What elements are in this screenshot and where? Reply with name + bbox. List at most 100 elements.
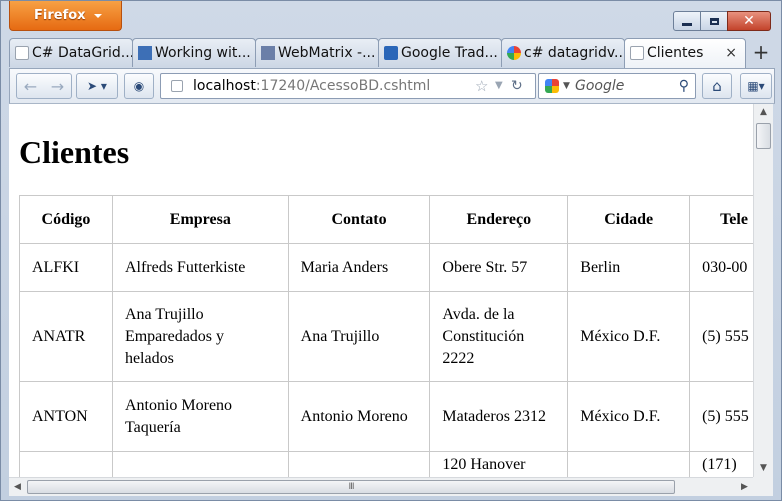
forward-arrow-icon[interactable]: → bbox=[51, 77, 64, 96]
url-bar[interactable]: localhost:17240/AcessoBD.cshtml ☆ ▼ ↻ bbox=[160, 73, 536, 99]
scroll-down-icon[interactable]: ▼ bbox=[754, 460, 773, 477]
table-cell: México D.F. bbox=[567, 381, 691, 452]
scrollbar-corner bbox=[753, 477, 773, 496]
column-header-codigo: Código bbox=[19, 195, 113, 244]
vertical-scrollbar[interactable]: ▲ ▼ bbox=[753, 104, 773, 477]
horizontal-scroll-thumb[interactable]: III bbox=[27, 480, 675, 494]
search-bar[interactable]: ▼ Google ⚲ bbox=[538, 73, 696, 99]
table-cell: (5) 555 bbox=[689, 381, 753, 452]
table-cell: ANTON bbox=[19, 381, 113, 452]
chevron-down-icon[interactable]: ▼ bbox=[563, 74, 570, 98]
table-cell bbox=[567, 451, 691, 477]
chevron-down-icon bbox=[93, 13, 102, 18]
tab-label: Google Trad... bbox=[401, 45, 498, 61]
scroll-right-icon[interactable]: ▶ bbox=[736, 478, 753, 496]
tab-close-icon[interactable]: × bbox=[725, 39, 737, 67]
column-header-empresa: Empresa bbox=[111, 195, 289, 244]
tab-google-translate[interactable]: Google Trad... bbox=[378, 38, 502, 67]
blank-page-icon bbox=[171, 80, 183, 92]
webmatrix-icon bbox=[261, 46, 275, 60]
tab-label: Clientes bbox=[647, 45, 704, 61]
column-header-contato: Contato bbox=[287, 195, 431, 244]
close-icon: ✕ bbox=[743, 13, 755, 29]
table-cell: 030-00 bbox=[689, 243, 753, 292]
bookmark-star-icon[interactable]: ☆ bbox=[475, 74, 488, 98]
search-input[interactable]: Google bbox=[575, 74, 624, 98]
tab-working-with[interactable]: Working wit... bbox=[132, 38, 256, 67]
tab-webmatrix[interactable]: WebMatrix -... bbox=[255, 38, 379, 67]
firefox-menu-button[interactable]: Firefox bbox=[9, 1, 122, 31]
table-cell: Alfreds Futterkiste bbox=[111, 243, 289, 292]
table-row: ALFKI Alfreds Futterkiste Maria Anders O… bbox=[19, 243, 753, 292]
table-header-row: Código Empresa Contato Endereço Cidade T… bbox=[19, 195, 753, 244]
table-cell: (171) bbox=[689, 451, 753, 477]
browser-window: Firefox ✕ C# DataGrid... Working wit... … bbox=[0, 0, 782, 501]
table-cell: ALFKI bbox=[19, 243, 113, 292]
home-button[interactable]: ⌂ bbox=[702, 73, 732, 99]
addon-icon: ➤ ▾ bbox=[87, 79, 107, 93]
tab-label: Working wit... bbox=[155, 45, 251, 61]
table-cell: (5) 555 bbox=[689, 291, 753, 382]
tools-menu-button[interactable]: ▦▾ bbox=[740, 73, 772, 99]
url-text[interactable]: localhost:17240/AcessoBD.cshtml bbox=[193, 74, 430, 98]
table-cell: Maria Anders bbox=[287, 243, 431, 292]
tab-strip: C# DataGrid... Working wit... WebMatrix … bbox=[9, 38, 781, 68]
puzzle-icon: ▦▾ bbox=[747, 79, 765, 93]
window-controls: ✕ bbox=[673, 11, 771, 31]
tab-label: C# DataGrid... bbox=[32, 45, 133, 61]
maximize-icon bbox=[709, 17, 719, 25]
close-window-button[interactable]: ✕ bbox=[727, 11, 771, 31]
vertical-scroll-thumb[interactable] bbox=[756, 123, 771, 149]
url-host: localhost bbox=[193, 78, 256, 94]
table-row: ANTON Antonio Moreno Taquería Antonio Mo… bbox=[19, 381, 753, 452]
blank-page-icon bbox=[630, 46, 644, 60]
clients-table: Código Empresa Contato Endereço Cidade T… bbox=[19, 195, 753, 477]
search-icon[interactable]: ⚲ bbox=[679, 74, 689, 98]
column-header-telefone: Tele bbox=[689, 195, 753, 244]
url-path: :17240/AcessoBD.cshtml bbox=[255, 78, 431, 94]
scroll-up-icon[interactable]: ▲ bbox=[754, 104, 773, 121]
back-forward-buttons[interactable]: ← → bbox=[16, 73, 72, 99]
table-cell: Antonio Moreno Taquería bbox=[111, 381, 289, 452]
tab-csharp-datagridview[interactable]: c# datagridv... bbox=[501, 38, 625, 67]
table-cell: 120 Hanover bbox=[429, 451, 569, 477]
google-translate-icon bbox=[384, 46, 398, 60]
tab-csharp-datagrid[interactable]: C# DataGrid... bbox=[9, 38, 133, 67]
new-tab-button[interactable]: + bbox=[744, 38, 778, 66]
page-title: Clientes bbox=[19, 134, 130, 170]
navigation-toolbar: ← → ➤ ▾ ◉ localhost:17240/AcessoBD.cshtm… bbox=[9, 68, 775, 104]
table-cell: Obere Str. 57 bbox=[429, 243, 569, 292]
home-icon: ⌂ bbox=[712, 77, 722, 95]
horizontal-scrollbar[interactable]: ◀ III ▶ bbox=[9, 477, 753, 496]
maximize-button[interactable] bbox=[700, 11, 728, 31]
reload-icon[interactable]: ↻ bbox=[511, 74, 523, 98]
blank-page-icon bbox=[15, 46, 29, 60]
history-dropdown-icon[interactable]: ▼ bbox=[495, 74, 503, 98]
table-cell bbox=[19, 451, 113, 477]
table-row: ANATR Ana Trujillo Emparedados y helados… bbox=[19, 291, 753, 382]
scroll-left-icon[interactable]: ◀ bbox=[9, 478, 26, 496]
table-cell: Ana Trujillo Emparedados y helados bbox=[111, 291, 289, 382]
table-cell: Ana Trujillo bbox=[287, 291, 431, 382]
table-cell: Antonio Moreno bbox=[287, 381, 431, 452]
aspnet-icon bbox=[138, 46, 152, 60]
tab-clientes[interactable]: Clientes × bbox=[624, 38, 746, 68]
minimize-button[interactable] bbox=[673, 11, 701, 31]
column-header-cidade: Cidade bbox=[567, 195, 691, 244]
google-icon[interactable] bbox=[545, 79, 559, 93]
firefox-menu-label: Firefox bbox=[34, 8, 86, 23]
table-row: 120 Hanover (171) bbox=[19, 451, 753, 477]
tab-label: c# datagridv... bbox=[524, 45, 625, 61]
addon-toolbar-button[interactable]: ➤ ▾ bbox=[76, 73, 118, 99]
table-cell bbox=[111, 451, 289, 477]
table-cell: Avda. de la Constitución 2222 bbox=[429, 291, 569, 382]
back-arrow-icon[interactable]: ← bbox=[24, 77, 37, 96]
table-cell: Berlin bbox=[567, 243, 691, 292]
eye-icon: ◉ bbox=[133, 79, 145, 93]
table-cell: Mataderos 2312 bbox=[429, 381, 569, 452]
column-header-endereco: Endereço bbox=[429, 195, 569, 244]
table-cell: México D.F. bbox=[567, 291, 691, 382]
minimize-icon bbox=[682, 22, 692, 26]
identity-button[interactable]: ◉ bbox=[124, 73, 154, 99]
table-cell: ANATR bbox=[19, 291, 113, 382]
